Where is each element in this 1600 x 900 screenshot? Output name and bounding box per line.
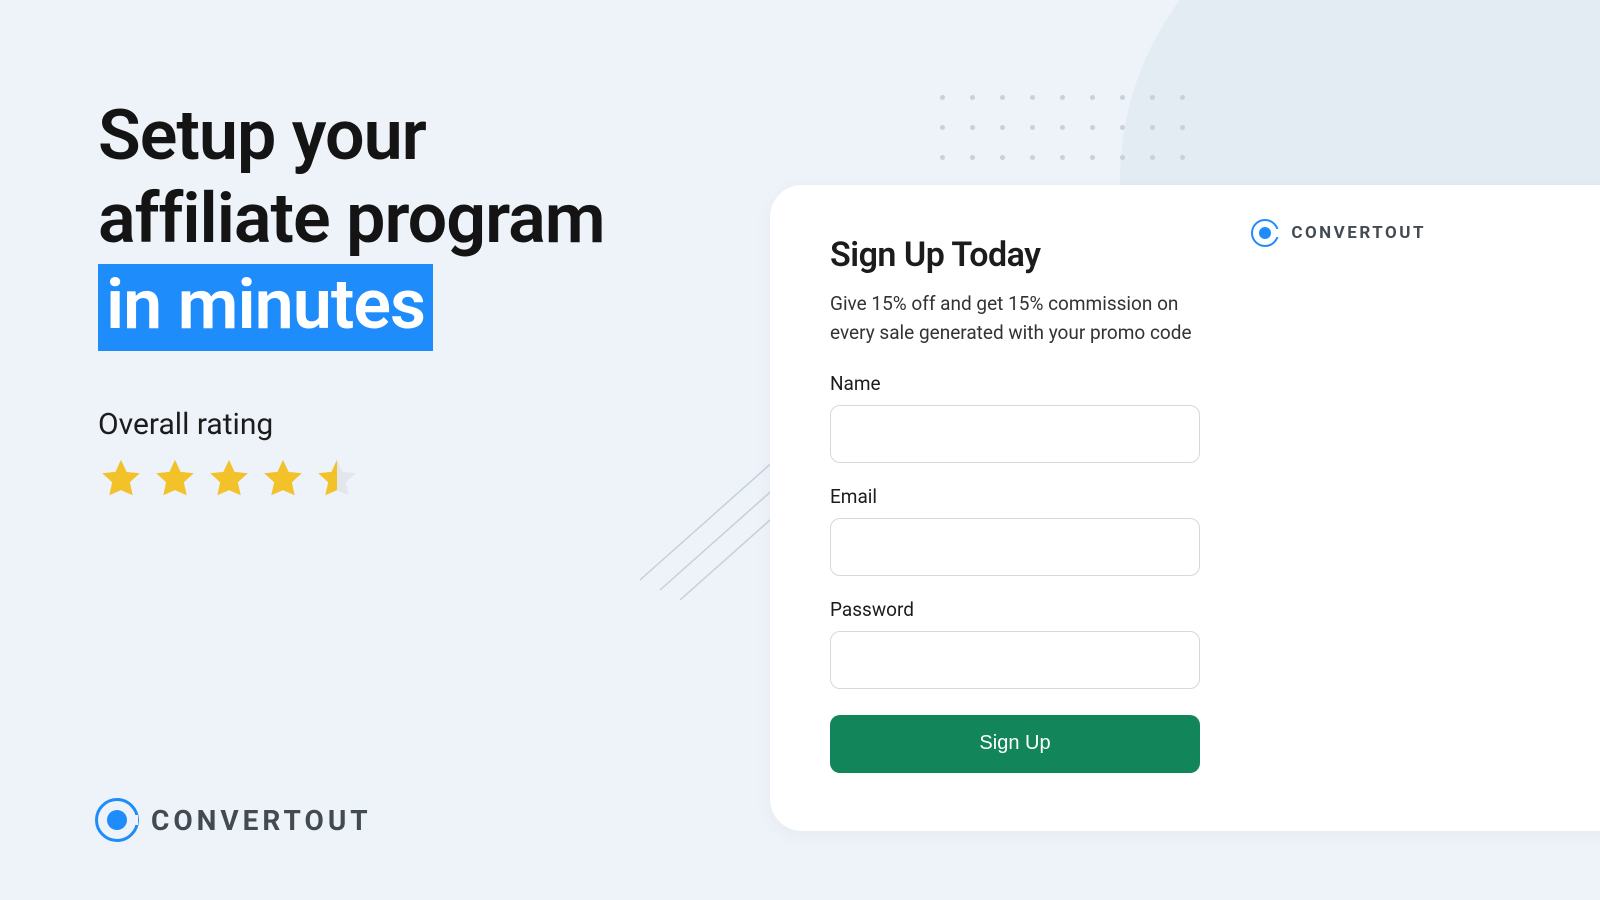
brand-logo-card: CONVERTOUT (1251, 219, 1426, 247)
star-icon (206, 456, 252, 502)
brand-mark-icon (95, 798, 139, 842)
brand-name: CONVERTOUT (1291, 223, 1426, 243)
rating-stars (98, 456, 748, 502)
brand-name: CONVERTOUT (151, 804, 372, 837)
hero-headline: Setup your affiliate program in minutes (98, 95, 748, 351)
star-icon (260, 456, 306, 502)
signup-subtitle: Give 15% off and get 15% commission on e… (830, 289, 1200, 348)
signup-title: Sign Up Today (830, 235, 1600, 275)
brand-mark-icon (1251, 219, 1279, 247)
hero-section: Setup your affiliate program in minutes … (98, 95, 748, 502)
background-dot-grid (940, 95, 1186, 161)
password-input[interactable] (830, 631, 1200, 689)
rating-block: Overall rating (98, 407, 748, 502)
password-label: Password (830, 598, 1200, 621)
star-icon (98, 456, 144, 502)
email-label: Email (830, 485, 1200, 508)
name-label: Name (830, 372, 1200, 395)
star-icon (314, 456, 360, 502)
hero-headline-line2: affiliate program (98, 178, 748, 261)
signup-form: Name Email Password Sign Up (830, 372, 1200, 773)
signup-button[interactable]: Sign Up (830, 715, 1200, 773)
email-input[interactable] (830, 518, 1200, 576)
rating-label: Overall rating (98, 407, 748, 442)
signup-card: CONVERTOUT Sign Up Today Give 15% off an… (770, 185, 1600, 831)
brand-logo-footer: CONVERTOUT (95, 798, 372, 842)
hero-headline-highlight: in minutes (98, 264, 433, 351)
hero-headline-line1: Setup your (98, 95, 748, 178)
star-icon (152, 456, 198, 502)
name-input[interactable] (830, 405, 1200, 463)
